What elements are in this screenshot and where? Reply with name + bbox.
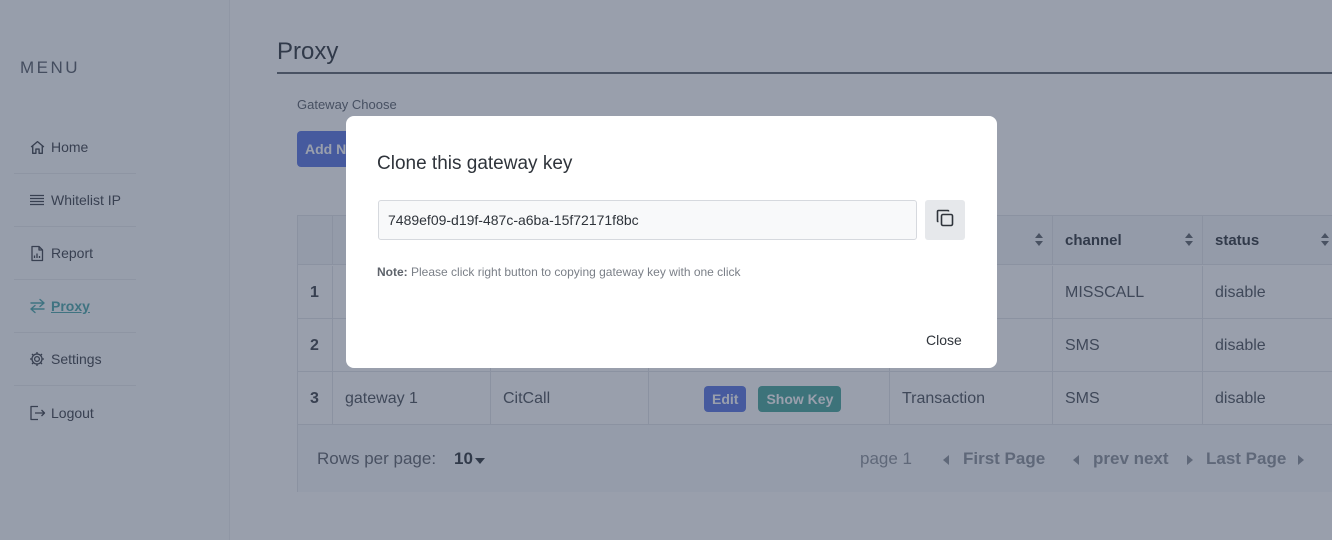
clone-key-modal: Clone this gateway key Note: Please clic… [346,116,997,368]
copy-button[interactable] [925,200,965,240]
modal-note: Note: Please click right button to copyi… [377,265,741,279]
close-button[interactable]: Close [926,332,962,348]
note-text: Please click right button to copying gat… [411,265,741,279]
copy-icon [935,208,955,233]
gateway-key-input[interactable] [378,200,917,240]
note-label: Note: [377,265,408,279]
modal-title: Clone this gateway key [377,153,573,174]
